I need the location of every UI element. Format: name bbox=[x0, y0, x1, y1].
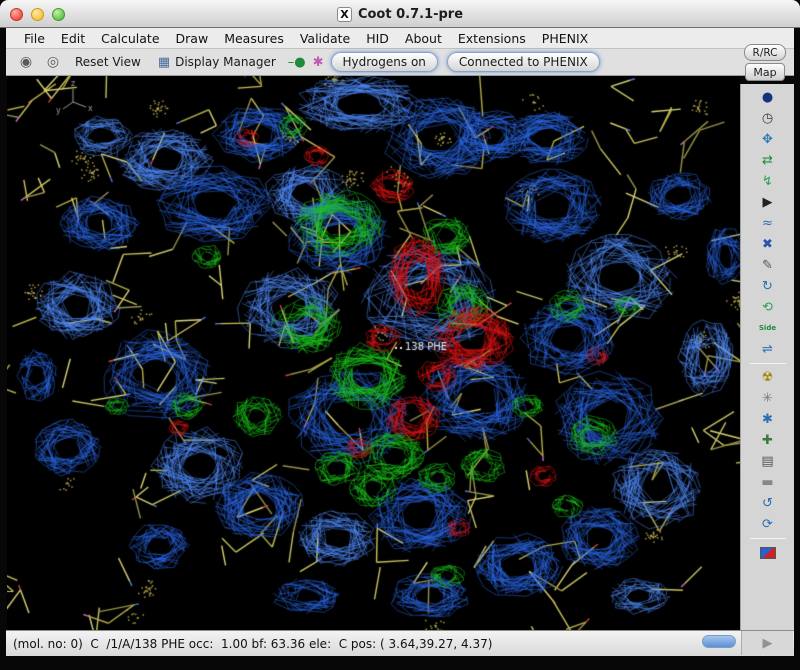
map-button[interactable]: Map bbox=[745, 63, 785, 81]
expander-triangle-icon: ▶ bbox=[763, 636, 773, 651]
menu-draw[interactable]: Draw bbox=[168, 29, 217, 48]
menu-hid[interactable]: HID bbox=[358, 29, 397, 48]
status-scrollbar[interactable] bbox=[702, 635, 736, 648]
titlebar[interactable]: X Coot 0.7.1-pre bbox=[0, 0, 800, 28]
menu-validate[interactable]: Validate bbox=[292, 29, 358, 48]
gl-canvas[interactable] bbox=[7, 76, 740, 630]
phenix-connection-button[interactable]: Connected to PHENIX bbox=[447, 52, 600, 72]
clock-icon[interactable]: ◷ bbox=[753, 108, 783, 129]
add-icon[interactable]: ✚ bbox=[753, 430, 783, 451]
menu-measures[interactable]: Measures bbox=[216, 29, 292, 48]
reset-view-button[interactable]: Reset View bbox=[70, 53, 146, 71]
panel-expander[interactable]: ▶ bbox=[741, 631, 793, 655]
rotamer-icon[interactable]: ↻ bbox=[753, 276, 783, 297]
pencil-icon[interactable]: ✎ bbox=[753, 255, 783, 276]
eye-icon[interactable]: ◉ bbox=[16, 52, 36, 72]
window-title: Coot 0.7.1-pre bbox=[358, 7, 463, 22]
menubar: File Edit Calculate Draw Measures Valida… bbox=[6, 28, 794, 49]
torsion-icon[interactable]: ↯ bbox=[753, 171, 783, 192]
radiation-icon[interactable]: ☢ bbox=[753, 367, 783, 388]
target-icon[interactable]: ◎ bbox=[43, 52, 63, 72]
refine-icon[interactable]: ⇄ bbox=[753, 150, 783, 171]
go-to-atom-icon[interactable]: –● bbox=[288, 55, 306, 70]
display-manager-label: Display Manager bbox=[175, 55, 276, 69]
toolbar: ◉ ◎ Reset View ▦ Display Manager –● ✱ Hy… bbox=[6, 49, 794, 76]
side-chain-icon[interactable]: Side bbox=[753, 318, 783, 339]
mutate-icon[interactable]: ✖ bbox=[753, 234, 783, 255]
pepflip-icon[interactable]: ⇌ bbox=[753, 339, 783, 360]
bin-icon[interactable]: ▬ bbox=[753, 472, 783, 493]
display-manager-button[interactable]: ▦ Display Manager bbox=[153, 53, 281, 72]
statusbar: (mol. no: 0) C /1/A/138 PHE occ: 1.00 bf… bbox=[6, 630, 794, 656]
menu-file[interactable]: File bbox=[16, 29, 53, 48]
ligand-icon[interactable]: ✱ bbox=[313, 55, 324, 70]
redo-icon[interactable]: ⟳ bbox=[753, 514, 783, 535]
color-swatch bbox=[760, 547, 776, 559]
toolbar-separator bbox=[750, 538, 786, 539]
rotate-bond-icon[interactable]: ⟲ bbox=[753, 297, 783, 318]
display-manager-icon: ▦ bbox=[158, 55, 170, 70]
play-icon[interactable]: ▶ bbox=[753, 192, 783, 213]
status-text: (mol. no: 0) C /1/A/138 PHE occ: 1.00 bf… bbox=[13, 637, 492, 651]
menu-about[interactable]: About bbox=[397, 29, 450, 48]
toolbar-separator bbox=[750, 363, 786, 364]
menu-calculate[interactable]: Calculate bbox=[93, 29, 167, 48]
printer-icon[interactable]: ▤ bbox=[753, 451, 783, 472]
right-toolbar: ● ◷ ✥ ⇄ ↯ ▶ ≈ ✖ ✎ ↻ ⟲ Side ⇌ ☢ ✳ ✱ ✚ ▤ ▬… bbox=[740, 84, 794, 630]
bond-icon[interactable]: ✱ bbox=[753, 409, 783, 430]
menu-extensions[interactable]: Extensions bbox=[450, 29, 534, 48]
sphere-icon[interactable]: ● bbox=[753, 87, 783, 108]
menu-edit[interactable]: Edit bbox=[53, 29, 93, 48]
title-wrap: X Coot 0.7.1-pre bbox=[0, 0, 800, 28]
zigzag-icon[interactable]: ≈ bbox=[753, 213, 783, 234]
x11-icon: X bbox=[337, 7, 352, 22]
menu-phenix[interactable]: PHENIX bbox=[534, 29, 596, 48]
hydrogens-toggle-button[interactable]: Hydrogens on bbox=[331, 52, 438, 72]
undo-icon[interactable]: ↺ bbox=[753, 493, 783, 514]
coot-window: X Coot 0.7.1-pre File Edit Calculate Dra… bbox=[0, 0, 800, 670]
fragment-icon[interactable]: ✳ bbox=[753, 388, 783, 409]
rrc-button[interactable]: R/RC bbox=[744, 44, 786, 61]
color-swatch-icon[interactable] bbox=[753, 542, 783, 563]
move-icon[interactable]: ✥ bbox=[753, 129, 783, 150]
